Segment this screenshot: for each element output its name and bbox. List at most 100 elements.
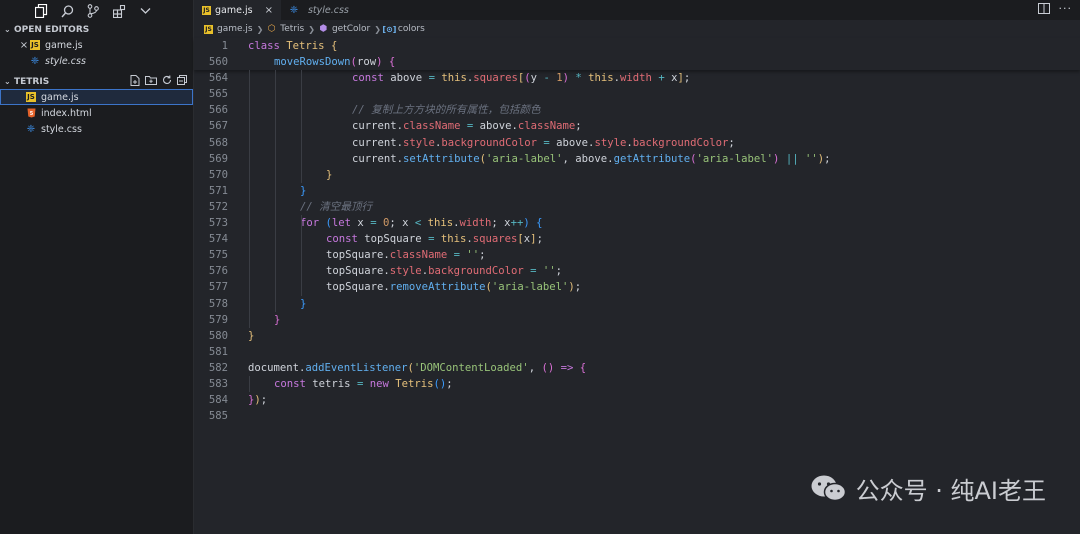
code-text: // 清空最顶行 — [300, 199, 372, 215]
code-line[interactable]: 574 const topSquare = this.squares[x]; — [194, 231, 1080, 247]
open-editor-item[interactable]: ❈ style.css — [0, 53, 193, 69]
code-token: className — [389, 249, 454, 262]
code-line[interactable]: 581 — [194, 344, 1080, 360]
code-line[interactable]: 566 // 复制上方方块的所有属性，包括颜色 — [194, 102, 1080, 118]
code-line[interactable]: 567 current.className = above.className; — [194, 118, 1080, 134]
code-token: topSquare — [326, 265, 384, 278]
split-editor-icon[interactable] — [1038, 3, 1050, 17]
extensions-icon[interactable] — [106, 2, 132, 20]
tree-item-game-js[interactable]: JS game.js — [0, 89, 193, 105]
code-token: ; — [728, 136, 735, 149]
code-line[interactable]: 579} — [194, 312, 1080, 328]
code-line[interactable]: 570} — [194, 167, 1080, 183]
code-text: current.style.backgroundColor = above.st… — [352, 135, 735, 151]
code-token: this — [427, 217, 454, 230]
chevron-right-icon: ❯ — [374, 24, 381, 34]
line-number: 580 — [208, 329, 228, 342]
code-line[interactable]: 569 current.setAttribute('aria-label', ab… — [194, 151, 1080, 167]
new-folder-icon[interactable] — [145, 75, 157, 89]
code-token: this — [441, 72, 467, 85]
open-editor-label: style.css — [45, 55, 86, 67]
collapse-all-icon[interactable] — [177, 74, 187, 89]
code-token: ; — [574, 281, 582, 294]
tab-label: game.js — [215, 4, 253, 16]
chevron-down-icon[interactable] — [132, 2, 158, 20]
code-line[interactable]: 585 — [194, 408, 1080, 424]
code-line[interactable]: 571} — [194, 183, 1080, 199]
code-token: addEventListener — [305, 361, 408, 374]
code-token: const — [326, 233, 365, 246]
code-token: x — [357, 217, 371, 230]
code-token: = — [370, 217, 383, 230]
line-number: 578 — [208, 297, 228, 310]
code-token: ; — [683, 72, 691, 85]
code-lines: 564 const above = this.squares[(y - 1) * … — [194, 70, 1080, 424]
code-token: style — [594, 136, 627, 149]
code-token: = — [428, 233, 441, 246]
code-token: () — [541, 361, 555, 374]
breadcrumb-item[interactable]: colors — [398, 24, 425, 34]
code-token: squares — [472, 233, 518, 246]
method-icon: ⬢ — [319, 24, 328, 34]
code-line[interactable]: 577 topSquare.removeAttribute('aria-label… — [194, 279, 1080, 295]
code-token: above — [479, 120, 512, 133]
code-line[interactable]: 1 class Tetris { — [194, 38, 1080, 54]
code-line[interactable]: 573 for (let x = 0; x < this.width; x++) … — [194, 215, 1080, 231]
explorer-icon[interactable] — [28, 2, 54, 20]
code-line[interactable]: 576 topSquare.style.backgroundColor = ''; — [194, 263, 1080, 279]
code-token: style — [403, 136, 435, 149]
chevron-down-icon: ⌄ — [4, 77, 11, 86]
editor-area: JS game.js × ❈ style.css ··· JS game.js … — [194, 0, 1080, 534]
open-editor-label: game.js — [45, 39, 83, 51]
tab-style-css[interactable]: ❈ style.css — [281, 0, 357, 20]
code-editor[interactable]: 1 class Tetris {560 moveRowsDown(row) { 56… — [194, 38, 1080, 424]
tree-item-label: game.js — [41, 91, 79, 103]
code-text: topSquare.className = ''; — [326, 247, 486, 263]
close-icon[interactable]: × — [265, 5, 273, 16]
code-token: * — [575, 72, 589, 85]
code-token: ; — [824, 152, 831, 165]
code-line[interactable]: 572 // 清空最顶行 — [194, 199, 1080, 215]
tree-item-style-css[interactable]: ❈ style.css — [0, 121, 193, 137]
code-line[interactable]: 584}); — [194, 392, 1080, 408]
tree-item-label: style.css — [41, 123, 82, 135]
breadcrumb-item[interactable]: Tetris — [280, 24, 304, 34]
source-control-icon[interactable] — [80, 2, 106, 20]
tree-item-index-html[interactable]: 5 index.html — [0, 105, 193, 121]
more-actions-icon[interactable]: ··· — [1059, 2, 1073, 15]
code-line[interactable]: 575 topSquare.className = ''; — [194, 247, 1080, 263]
folder-header[interactable]: ⌄ TETRIS — [0, 74, 193, 89]
code-token: ; x — [389, 217, 415, 230]
tab-game-js[interactable]: JS game.js × — [194, 0, 281, 20]
breadcrumb-item[interactable]: getColor — [332, 24, 370, 34]
code-line[interactable]: 568 current.style.backgroundColor = above… — [194, 135, 1080, 151]
open-editor-item[interactable]: × JS game.js — [0, 37, 193, 53]
refresh-icon[interactable] — [162, 75, 172, 89]
close-icon[interactable]: × — [18, 40, 30, 51]
code-token: < — [414, 217, 428, 230]
code-line[interactable]: 578} — [194, 296, 1080, 312]
code-token: row — [356, 56, 377, 69]
new-file-icon[interactable] — [130, 74, 140, 89]
code-token: topSquare — [326, 281, 384, 294]
code-text: const above = this.squares[(y - 1) * thi… — [352, 70, 690, 86]
code-token: ; — [536, 233, 543, 246]
code-token: squares — [473, 72, 518, 85]
open-editors-header[interactable]: ⌄ OPEN EDITORS — [0, 22, 193, 37]
code-token: } — [300, 184, 307, 197]
indent-guide — [301, 215, 302, 296]
code-line[interactable]: 583 const tetris = new Tetris(); — [194, 376, 1080, 392]
svg-text:5: 5 — [29, 111, 33, 117]
code-text: moveRowsDown(row) { — [274, 54, 395, 70]
code-line[interactable]: 565 — [194, 86, 1080, 102]
code-token: = — [356, 377, 370, 390]
code-text: topSquare.removeAttribute('aria-label'); — [326, 279, 581, 295]
code-line[interactable]: 560 moveRowsDown(row) { — [194, 54, 1080, 70]
code-token: + — [658, 72, 672, 85]
code-line[interactable]: 582 document.addEventListener('DOMContent… — [194, 360, 1080, 376]
search-icon[interactable] — [54, 2, 80, 20]
code-line[interactable]: 564 const above = this.squares[(y - 1) * … — [194, 70, 1080, 86]
breadcrumb-item[interactable]: game.js — [217, 24, 253, 34]
code-line[interactable]: 580} — [194, 328, 1080, 344]
code-token: 'aria-label' — [485, 152, 563, 165]
